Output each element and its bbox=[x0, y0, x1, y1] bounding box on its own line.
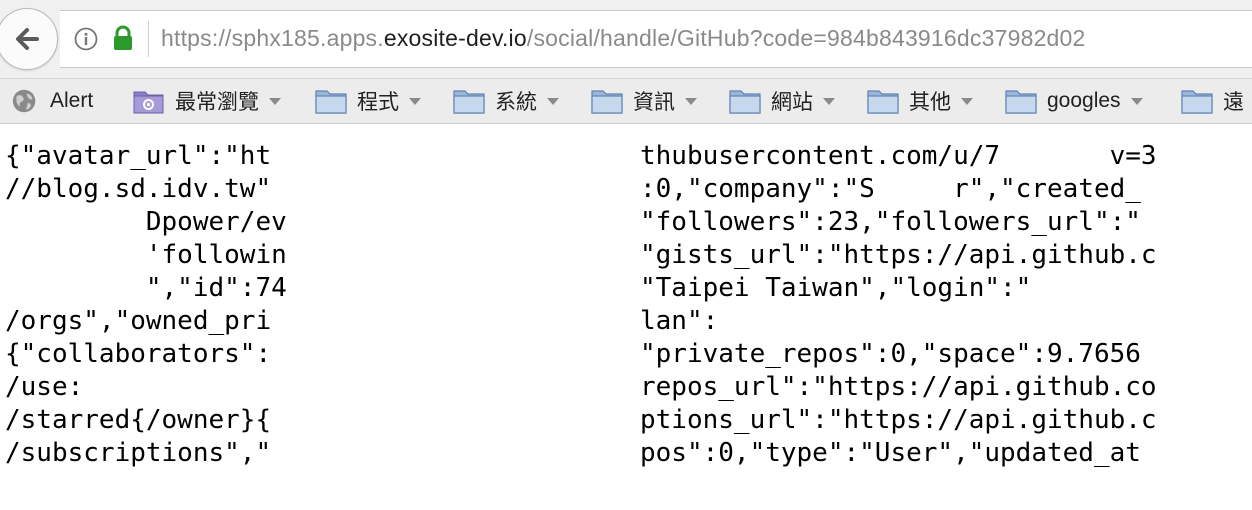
json-line: {"collaborators": bbox=[5, 339, 272, 369]
json-line: ptions_url":"https://api.github.c bbox=[640, 405, 1157, 435]
bookmark-folder-remote[interactable]: 遠 bbox=[1181, 79, 1252, 123]
json-line: ","id":74 bbox=[5, 273, 287, 303]
lock-icon[interactable] bbox=[112, 25, 134, 51]
json-line: /starred{/owner}{ bbox=[5, 405, 272, 435]
json-line: /use: bbox=[5, 372, 84, 402]
bookmark-folder-others[interactable]: 其他 bbox=[867, 79, 973, 123]
folder-icon bbox=[453, 90, 485, 114]
bookmark-folder-googles[interactable]: googles bbox=[1005, 79, 1143, 123]
json-line: /orgs","owned_pri bbox=[5, 306, 272, 336]
bookmark-folder-most-visited[interactable]: 最常瀏覽 bbox=[133, 79, 281, 123]
json-line: pos":0,"type":"User","updated_at bbox=[640, 438, 1141, 468]
chevron-down-icon bbox=[1130, 97, 1143, 105]
bookmark-label: Alert bbox=[50, 89, 94, 112]
url-separator bbox=[148, 21, 149, 57]
json-line: {"avatar_url":"ht bbox=[5, 141, 272, 171]
bookmark-folder-programs[interactable]: 程式 bbox=[315, 79, 421, 123]
chevron-down-icon bbox=[961, 97, 973, 105]
bookmark-alert[interactable]: Alert bbox=[10, 79, 93, 123]
json-line: "followers":23,"followers_url":" bbox=[640, 207, 1141, 237]
json-line: "Taipei Taiwan","login":" bbox=[640, 273, 1032, 303]
bookmarks-toolbar: Alert 最常瀏覽 程式 系統 資訊 網站 其他 googles 遠 bbox=[0, 79, 1252, 124]
json-line: //blog.sd.idv.tw" bbox=[5, 174, 272, 204]
json-line: "gists_url":"https://api.github.c bbox=[640, 240, 1157, 270]
bookmark-label: googles bbox=[1047, 89, 1121, 112]
bookmark-label: 程式 bbox=[357, 91, 399, 114]
folder-icon bbox=[729, 90, 761, 114]
folder-icon bbox=[1181, 90, 1213, 114]
chevron-down-icon bbox=[685, 97, 697, 105]
chevron-down-icon bbox=[409, 97, 421, 105]
folder-icon bbox=[315, 90, 347, 114]
navigation-toolbar: https://sphx185.apps.exosite-dev.io/soci… bbox=[0, 0, 1252, 79]
bookmark-label: 遠 bbox=[1223, 91, 1244, 114]
back-arrow-icon bbox=[16, 28, 39, 50]
redaction-patch bbox=[0, 242, 8, 248]
url-prefix: https://sphx185.apps. bbox=[161, 25, 384, 51]
bookmark-folder-system[interactable]: 系統 bbox=[453, 79, 559, 123]
globe-icon bbox=[12, 89, 36, 113]
bookmark-label: 其他 bbox=[909, 91, 951, 114]
url-text[interactable]: https://sphx185.apps.exosite-dev.io/soci… bbox=[161, 25, 1086, 52]
back-button[interactable] bbox=[0, 8, 58, 70]
redaction-patch bbox=[59, 289, 71, 294]
bookmark-folder-websites[interactable]: 網站 bbox=[729, 79, 835, 123]
url-host: exosite-dev.io bbox=[383, 25, 527, 51]
bookmark-label: 系統 bbox=[495, 91, 537, 114]
folder-icon bbox=[867, 90, 899, 114]
info-icon[interactable] bbox=[74, 27, 98, 51]
folder-icon bbox=[591, 90, 623, 114]
bookmark-folder-info[interactable]: 資訊 bbox=[591, 79, 697, 123]
json-line: :0,"company":"S r","created_ bbox=[640, 174, 1141, 204]
folder-icon bbox=[1005, 90, 1037, 114]
json-line: /subscriptions"," bbox=[5, 438, 272, 468]
json-line: 'followin bbox=[5, 240, 287, 270]
json-line: Dpower/ev bbox=[5, 207, 287, 237]
bookmark-label: 最常瀏覽 bbox=[175, 91, 259, 114]
json-line: lan": bbox=[640, 306, 719, 336]
bookmark-label: 資訊 bbox=[633, 91, 675, 114]
chevron-down-icon bbox=[547, 97, 559, 105]
chevron-down-icon bbox=[269, 97, 281, 105]
smart-folder-icon bbox=[133, 91, 164, 114]
url-bar[interactable]: https://sphx185.apps.exosite-dev.io/soci… bbox=[60, 10, 1252, 68]
json-response-body: {"avatar_url":"ht //blog.sd.idv.tw" Dpow… bbox=[0, 124, 1252, 510]
chevron-down-icon bbox=[823, 97, 835, 105]
url-path: /social/handle/GitHub?code=984b843916dc3… bbox=[526, 25, 1086, 51]
json-line: "private_repos":0,"space":9.7656 bbox=[640, 339, 1141, 369]
json-line: repos_url":"https://api.github.co bbox=[640, 372, 1157, 402]
json-line: thubusercontent.com/u/7 v=3 bbox=[640, 141, 1157, 171]
bookmark-label: 網站 bbox=[771, 91, 813, 114]
